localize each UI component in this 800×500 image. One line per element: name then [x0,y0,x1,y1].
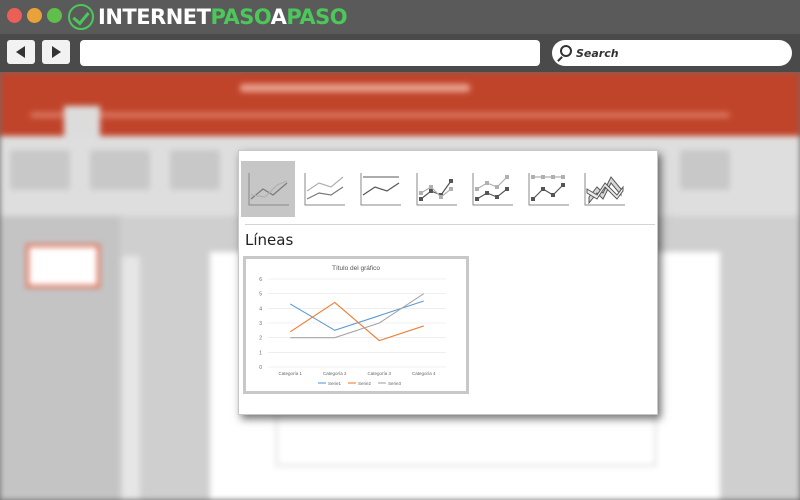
y-tick-label: 4 [259,306,262,312]
maximize-window-button[interactable] [47,8,62,23]
100-stacked-line-with-markers-chart-icon [528,173,569,206]
series-line-1 [289,300,424,331]
y-tick-label: 6 [259,277,262,283]
site-logo[interactable]: INTERNETPASOAPASO [68,4,348,30]
ppt-title-bar [0,72,800,136]
x-tick-label: Categoría 3 [367,371,391,376]
chart-variant-100-stacked-line[interactable] [353,161,407,217]
chart-title: Título del gráfico [332,265,380,272]
legend-label: Serie1 [328,381,342,386]
site-logo-text: INTERNETPASOAPASO [98,4,348,30]
y-tick-label: 3 [259,321,262,327]
arrow-right-icon [52,46,61,58]
checkmark-icon [68,4,94,30]
line-with-markers-chart-icon [416,173,457,206]
chart-variant-100-stacked-line-markers[interactable] [521,161,575,217]
close-window-button[interactable] [7,8,22,23]
line-chart: Título del gráfico 0 1 2 3 4 5 6 Categoría 1 Cate… [259,265,446,386]
address-bar[interactable] [80,40,540,66]
x-tick-label: Categoría 1 [278,371,302,376]
chart-type-gallery: Líneas Título del gráfico 0 1 2 3 4 5 6 Categorí… [238,150,658,415]
minimize-window-button[interactable] [27,8,42,23]
stacked-line-with-markers-chart-icon [472,173,513,206]
logo-word-paso-2: PASO [286,5,348,29]
chart-variant-stacked-line-markers[interactable] [465,161,519,217]
x-tick-label: Categoría 4 [412,371,436,376]
chart-preview[interactable]: Título del gráfico 0 1 2 3 4 5 6 Categoría 1 Cate… [243,256,469,394]
search-input[interactable] [576,40,786,66]
browser-navbar [0,34,800,72]
arrow-left-icon [16,46,25,58]
y-tick-label: 2 [259,336,262,342]
100-stacked-line-chart-icon [360,173,401,206]
logo-word-a: A [270,5,287,29]
logo-word-internet: INTERNET [98,5,211,29]
y-tick-label: 1 [259,350,262,356]
y-tick-label: 5 [259,292,262,298]
y-tick-label: 0 [259,365,262,371]
search-icon [560,45,572,57]
chart-variant-3d-line[interactable] [577,161,631,217]
stacked-line-chart-icon [304,173,345,206]
forward-button[interactable] [42,40,70,64]
divider [245,224,655,225]
logo-word-paso: PASO [210,5,271,29]
line-chart-icon [248,173,289,206]
legend-label: Serie3 [388,381,402,386]
chart-variant-row [241,161,657,219]
section-title: Líneas [245,231,294,249]
chart-variant-stacked-line[interactable] [297,161,351,217]
search-box[interactable] [552,40,792,66]
x-tick-label: Categoría 2 [323,371,347,376]
chart-variant-line[interactable] [241,161,295,217]
browser-titlebar: INTERNETPASOAPASO [0,0,800,34]
3d-line-chart-icon [584,173,625,206]
back-button[interactable] [7,40,35,64]
chart-variant-line-markers[interactable] [409,161,463,217]
legend-label: Serie2 [358,381,372,386]
